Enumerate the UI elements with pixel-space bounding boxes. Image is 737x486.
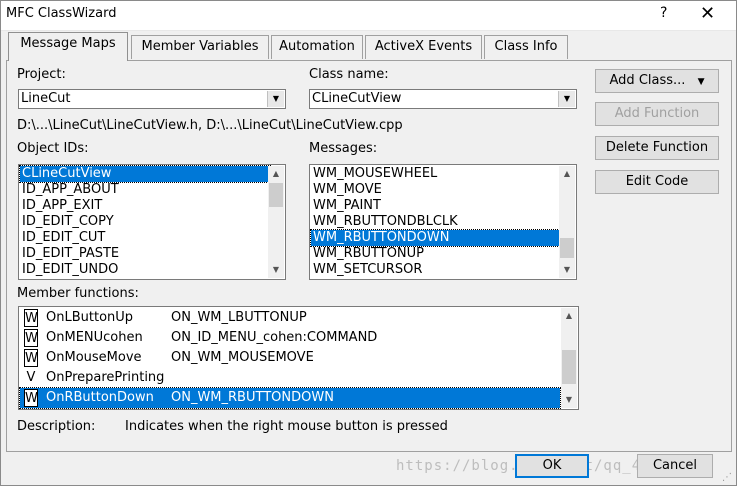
project-combo[interactable]: LineCut ▼ — [18, 89, 286, 109]
tab-member-variables[interactable]: Member Variables — [131, 35, 269, 59]
cancel-button[interactable]: Cancel — [637, 454, 713, 478]
list-item[interactable]: WM_PAINT — [311, 198, 381, 214]
list-item[interactable]: CLineCutView — [19, 165, 271, 183]
table-row[interactable]: V OnPreparePrinting — [20, 368, 560, 388]
chevron-down-icon: ▼ — [697, 77, 705, 87]
list-item[interactable]: ID_APP_ABOUT — [20, 182, 119, 198]
chevron-down-icon[interactable]: ▼ — [561, 392, 577, 408]
list-item[interactable]: ID_EDIT_COPY — [20, 214, 114, 230]
chevron-down-icon[interactable]: ▼ — [267, 91, 284, 107]
add-class-button[interactable]: Add Class... ▼ — [595, 69, 719, 93]
list-item[interactable]: WM_MOVE — [311, 182, 382, 198]
ok-button[interactable]: OK — [515, 454, 589, 478]
messages-scrollbar[interactable]: ▲ ▼ — [559, 166, 575, 278]
table-row[interactable]: W OnRButtonDown ON_WM_RBUTTONDOWN — [19, 387, 561, 409]
member-name: OnPreparePrinting — [46, 370, 165, 385]
edit-code-button[interactable]: Edit Code — [595, 170, 719, 194]
member-name: OnRButtonDown — [46, 390, 154, 405]
description-label: Description: — [17, 419, 96, 434]
scroll-thumb[interactable] — [560, 238, 574, 258]
chevron-up-icon[interactable]: ▲ — [561, 308, 577, 324]
object-ids-scrollbar[interactable]: ▲ ▼ — [268, 166, 284, 278]
chevron-down-icon[interactable]: ▼ — [268, 262, 284, 278]
member-name: OnMouseMove — [46, 350, 142, 365]
tab-class-info[interactable]: Class Info — [484, 35, 568, 59]
list-item[interactable]: ID_EDIT_PASTE — [20, 246, 119, 262]
member-map: ON_WM_RBUTTONDOWN — [171, 390, 334, 405]
object-ids-label: Object IDs: — [17, 141, 89, 156]
member-type: W — [24, 329, 38, 347]
delete-function-button[interactable]: Delete Function — [595, 136, 719, 160]
messages-label: Messages: — [309, 141, 378, 156]
tab-panel: Project: LineCut ▼ Class name: CLineCutV… — [6, 60, 732, 452]
list-item[interactable]: WM_RBUTTONDBLCLK — [311, 214, 458, 230]
list-item[interactable]: ID_EDIT_CUT — [20, 230, 105, 246]
object-ids-listbox[interactable]: CLineCutView ID_APP_ABOUT ID_APP_EXIT ID… — [18, 164, 286, 280]
list-item[interactable]: ID_APP_EXIT — [20, 198, 102, 214]
member-map: ON_WM_LBUTTONUP — [171, 310, 307, 325]
messages-listbox[interactable]: WM_MOUSEWHEEL WM_MOVE WM_PAINT WM_RBUTTO… — [309, 164, 577, 280]
scroll-thumb[interactable] — [562, 350, 576, 384]
window-title: MFC ClassWizard — [6, 6, 117, 21]
member-map: ON_ID_MENU_cohen:COMMAND — [171, 330, 378, 345]
chevron-up-icon[interactable]: ▲ — [268, 166, 284, 182]
tab-automation[interactable]: Automation — [271, 35, 363, 59]
list-item[interactable]: WM_RBUTTONUP — [311, 246, 424, 262]
member-functions-listbox[interactable]: W OnLButtonUp ON_WM_LBUTTONUP W OnMENUco… — [18, 306, 579, 410]
list-item[interactable]: WM_RBUTTONDOWN — [310, 229, 562, 247]
member-functions-scrollbar[interactable]: ▲ ▼ — [561, 308, 577, 408]
help-icon[interactable]: ? — [660, 5, 667, 21]
list-item[interactable]: WM_MOUSEWHEEL — [311, 166, 437, 182]
add-function-button[interactable]: Add Function — [595, 102, 719, 126]
tab-activex-events[interactable]: ActiveX Events — [365, 35, 482, 59]
member-type: W — [24, 349, 38, 367]
member-name: OnLButtonUp — [46, 310, 134, 325]
resize-grip-icon[interactable]: ⋰ — [722, 472, 732, 483]
member-map: ON_WM_MOUSEMOVE — [171, 350, 314, 365]
table-row[interactable]: W OnMouseMove ON_WM_MOUSEMOVE — [20, 348, 560, 368]
add-class-label: Add Class... — [609, 73, 686, 88]
file-path: D:\...\LineCut\LineCutView.h, D:\...\Lin… — [17, 118, 403, 133]
class-name-value: CLineCutView — [312, 91, 402, 106]
member-functions-label: Member functions: — [17, 286, 139, 301]
chevron-down-icon[interactable]: ▼ — [558, 91, 575, 107]
class-name-label: Class name: — [309, 67, 389, 82]
description-text: Indicates when the right mouse button is… — [125, 419, 448, 434]
class-name-combo[interactable]: CLineCutView ▼ — [309, 89, 577, 109]
member-type: W — [24, 309, 38, 327]
member-type: V — [26, 370, 36, 385]
scroll-thumb[interactable] — [269, 183, 283, 207]
table-row[interactable]: W OnLButtonUp ON_WM_LBUTTONUP — [20, 308, 560, 328]
project-label: Project: — [17, 67, 66, 82]
chevron-down-icon[interactable]: ▼ — [559, 262, 575, 278]
tab-message-maps[interactable]: Message Maps — [8, 32, 128, 61]
table-row[interactable]: W OnMENUcohen ON_ID_MENU_cohen:COMMAND — [20, 328, 560, 348]
list-item[interactable]: WM_SETCURSOR — [311, 262, 422, 278]
project-value: LineCut — [21, 91, 71, 106]
member-type: W — [24, 389, 38, 407]
member-name: OnMENUcohen — [46, 330, 143, 345]
chevron-up-icon[interactable]: ▲ — [559, 166, 575, 182]
close-icon[interactable]: ✕ — [700, 3, 715, 24]
list-item[interactable]: ID_EDIT_UNDO — [20, 262, 118, 278]
